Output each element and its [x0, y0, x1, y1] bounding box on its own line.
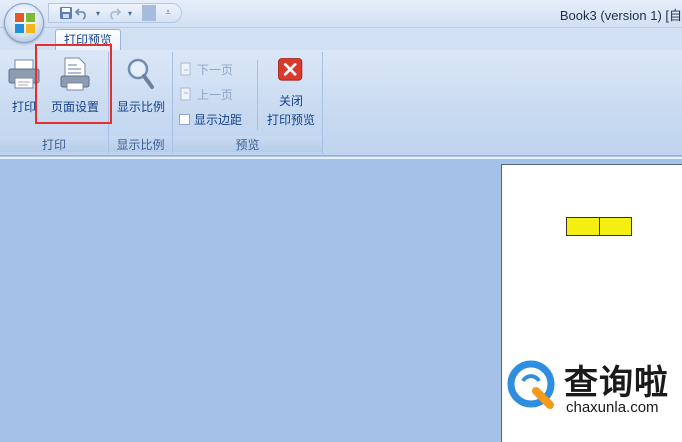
undo-dropdown-icon[interactable]: ▾	[91, 5, 105, 21]
magnifier-icon	[127, 58, 154, 89]
window-title: Book3 (version 1) [自	[559, 8, 682, 23]
print-group-label: 打印	[0, 136, 108, 152]
preview-divider	[257, 60, 258, 130]
office-logo-icon	[15, 13, 35, 33]
watermark-url: chaxunla.com	[566, 399, 659, 416]
print-group: 打印 页面设置 打印	[0, 52, 109, 154]
office-button[interactable]	[4, 3, 44, 43]
prev-page-icon	[180, 87, 191, 101]
printer-icon	[8, 59, 40, 89]
prev-page-label: 上一页	[197, 87, 234, 102]
title-bar: ▾ ▾ ⩡ Book3 (version 1) [自	[0, 0, 682, 28]
prev-page-button[interactable]: 上一页	[179, 85, 233, 103]
yellow-cell	[598, 218, 631, 235]
undo-icon[interactable]	[75, 5, 89, 21]
next-page-label: 下一页	[197, 62, 234, 77]
show-margins-check-box[interactable]	[179, 113, 190, 125]
redo-icon[interactable]	[107, 5, 121, 21]
show-margins-label: 显示边距	[194, 112, 243, 127]
watermark: 查询啦 chaxunla.com	[504, 353, 682, 423]
page-setup-button[interactable]: 页面设置	[47, 56, 103, 115]
redo-dropdown-icon[interactable]: ▾	[123, 5, 137, 21]
preview-group: 下一页 上一页 显示边距 关闭 打印预览 预览	[173, 52, 323, 154]
next-page-icon	[180, 62, 191, 76]
zoom-group-label: 显示比例	[109, 136, 172, 152]
close-button-label-1: 关闭	[278, 94, 303, 108]
zoom-button[interactable]: 显示比例	[113, 56, 169, 115]
ribbon-tab-strip: 打印预览	[0, 28, 682, 51]
save-icon[interactable]	[59, 5, 73, 21]
watermark-logo-icon	[507, 360, 555, 409]
yellow-cell	[567, 218, 599, 235]
qat-separator	[142, 5, 156, 21]
zoom-button-label: 显示比例	[116, 100, 165, 114]
highlighted-cells	[566, 217, 632, 236]
tab-print-preview[interactable]: 打印预览	[55, 29, 121, 51]
print-button[interactable]: 打印	[6, 56, 42, 115]
page-setup-icon	[60, 57, 90, 91]
print-button-label: 打印	[11, 100, 36, 114]
zoom-group: 显示比例 显示比例	[109, 52, 173, 154]
show-margins-checkbox[interactable]: 显示边距	[179, 110, 242, 128]
close-button-label-2: 打印预览	[266, 113, 315, 127]
next-page-button[interactable]: 下一页	[179, 60, 233, 78]
customize-icon[interactable]: ⩡	[161, 5, 175, 21]
ribbon: 打印 页面设置 打印 显示比例 显示比例 下一页 上一页 显示边距 关闭 打印预…	[0, 50, 682, 156]
close-icon	[278, 58, 303, 81]
preview-group-label: 预览	[173, 136, 322, 152]
quick-access-toolbar: ▾ ▾ ⩡	[48, 3, 182, 23]
page-setup-button-label: 页面设置	[50, 100, 99, 114]
close-print-preview-button[interactable]: 关闭 打印预览	[263, 56, 319, 128]
watermark-chinese: 查询啦	[564, 363, 669, 403]
